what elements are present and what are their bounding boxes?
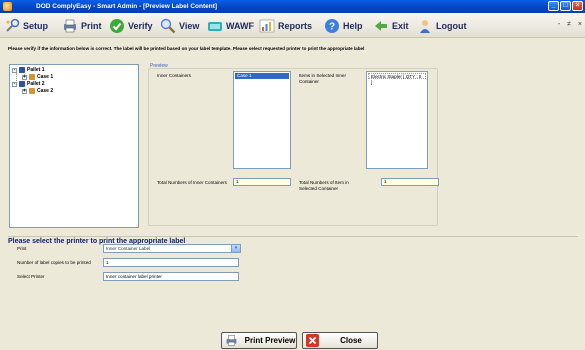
preview-group-title: Preview xyxy=(150,63,168,69)
close-button[interactable]: Close xyxy=(302,332,378,349)
svg-text:?: ? xyxy=(329,21,335,32)
logout-icon xyxy=(417,18,433,34)
toolbar-exit[interactable]: Exit xyxy=(373,17,409,34)
toolbar-verify[interactable]: Verify xyxy=(109,17,153,34)
pallet-icon xyxy=(19,67,25,73)
toolbar-logout[interactable]: Logout xyxy=(417,17,467,34)
mdi-minimize-button[interactable]: - xyxy=(558,21,560,28)
copies-input[interactable]: 1 xyxy=(103,258,239,267)
items-list[interactable]: Electric Stapler [ QTY : 5 ] xyxy=(366,71,428,169)
help-icon: ? xyxy=(324,18,340,34)
toolbar-setup[interactable]: Setup xyxy=(4,17,48,34)
toolbar-help[interactable]: ? Help xyxy=(324,17,363,34)
tree-node-case-1[interactable]: + Case 1 xyxy=(22,74,53,80)
window-title: DOD ComplyEasy - Smart Admin - [Preview … xyxy=(36,3,218,10)
print-icon xyxy=(225,334,238,347)
exit-icon xyxy=(373,18,389,34)
print-label: Print xyxy=(17,246,27,251)
inner-containers-list[interactable]: Case 1 xyxy=(233,71,291,169)
select-printer-label: Select Printer xyxy=(17,274,45,279)
toolbar-view[interactable]: View xyxy=(160,17,199,34)
print-preview-button[interactable]: Print Preview xyxy=(221,332,297,349)
inner-containers-label: Inner Containers xyxy=(157,73,191,78)
window-controls: _ □ × xyxy=(548,1,583,11)
collapse-icon[interactable]: - xyxy=(12,81,17,87)
mdi-controls: - ≠ × xyxy=(553,21,582,28)
container-tree[interactable]: - Pallet 1 + Case 1 - Pallet 2 + Case 2 xyxy=(9,64,139,228)
toolbar-reports[interactable]: Reports xyxy=(259,17,312,34)
close-icon xyxy=(306,334,319,347)
list-item[interactable]: Case 1 xyxy=(235,73,289,79)
case-icon xyxy=(29,74,35,80)
list-item[interactable]: Electric Stapler [ QTY : 5 ] xyxy=(368,73,426,85)
print-icon xyxy=(62,18,78,34)
minimize-button[interactable]: _ xyxy=(548,1,559,11)
case-icon xyxy=(29,88,35,94)
verify-icon xyxy=(109,18,125,34)
view-icon xyxy=(160,18,176,34)
expand-icon[interactable]: + xyxy=(22,88,27,94)
main-toolbar: Setup Print Verify View WAWF Reports ? H… xyxy=(0,13,585,38)
wawf-icon xyxy=(207,18,223,34)
print-type-select[interactable]: Inner Container Label ▾ xyxy=(103,244,241,253)
tree-node-case-2[interactable]: + Case 2 xyxy=(22,88,53,94)
instruction-text: Please verify if the information below i… xyxy=(8,46,365,51)
mdi-restore-button[interactable]: ≠ xyxy=(567,21,571,28)
copies-label: Number of label copies to be printed xyxy=(17,260,91,265)
close-window-button[interactable]: × xyxy=(572,1,583,11)
total-inner-field: 1 xyxy=(233,178,291,186)
mdi-close-button[interactable]: × xyxy=(578,21,582,28)
total-inner-label: Total Numbers of Inner Containers xyxy=(157,180,227,185)
maximize-button[interactable]: □ xyxy=(560,1,571,11)
setup-icon xyxy=(4,18,20,34)
tree-node-pallet-1[interactable]: - Pallet 1 xyxy=(12,67,45,73)
total-items-field: 1 xyxy=(381,178,439,186)
title-bar: DOD ComplyEasy - Smart Admin - [Preview … xyxy=(0,0,585,13)
total-items-label: Total Numbers of Item in Selected Contai… xyxy=(299,180,349,191)
reports-icon xyxy=(259,18,275,34)
printer-input[interactable]: Inner container label printer xyxy=(103,272,239,281)
chevron-down-icon[interactable]: ▾ xyxy=(231,245,240,252)
toolbar-print[interactable]: Print xyxy=(62,17,102,34)
app-icon xyxy=(3,2,12,11)
pallet-icon xyxy=(19,81,25,87)
toolbar-wawf[interactable]: WAWF xyxy=(207,17,254,34)
collapse-icon[interactable]: - xyxy=(12,67,17,73)
items-in-container-label: Items in Selected Inner Container xyxy=(299,73,346,84)
tree-node-pallet-2[interactable]: - Pallet 2 xyxy=(12,81,45,87)
expand-icon[interactable]: + xyxy=(22,74,27,80)
